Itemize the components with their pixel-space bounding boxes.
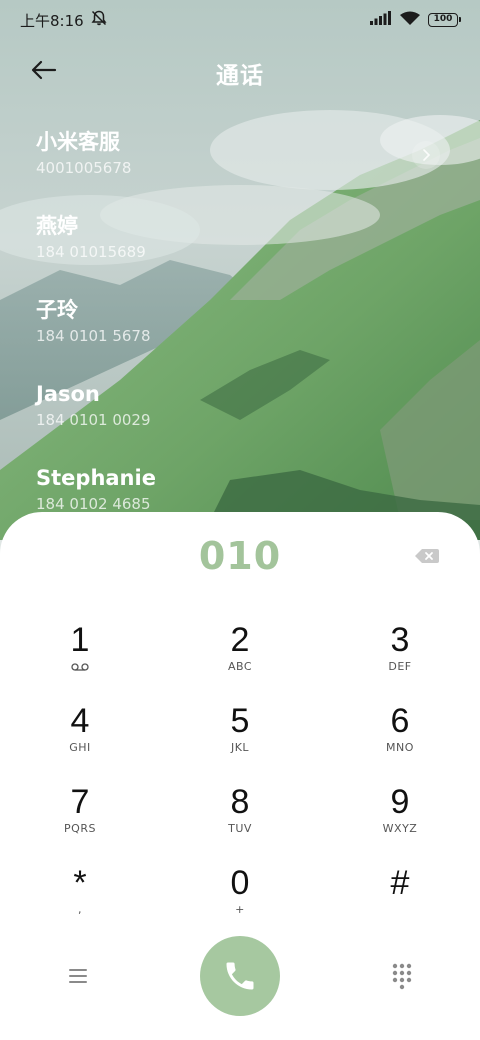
wifi-icon: [400, 11, 420, 30]
menu-icon: [69, 969, 87, 983]
contact-number: 184 01015689: [36, 243, 146, 261]
key-digit: 9: [390, 783, 410, 821]
key-2[interactable]: 2 ABC: [160, 620, 320, 701]
menu-button[interactable]: [66, 964, 90, 988]
key-digit: #: [390, 864, 410, 902]
key-7[interactable]: 7 PQRS: [0, 782, 160, 863]
key-letters: TUV: [228, 822, 252, 835]
header: 通话: [0, 48, 480, 92]
contact-item[interactable]: 小米客服 4001005678: [0, 126, 480, 210]
key-digit: 4: [70, 702, 90, 740]
contact-name: 燕婷: [36, 214, 78, 238]
backspace-icon: [415, 549, 439, 563]
chevron-right-icon[interactable]: [412, 141, 440, 169]
status-left: 上午8:16: [20, 9, 108, 31]
key-letters: WXYZ: [382, 822, 418, 835]
call-button[interactable]: [200, 936, 280, 1016]
key-0[interactable]: 0 +: [160, 863, 320, 944]
key-3[interactable]: 3 DEF: [320, 620, 480, 701]
notification-muted-icon: [90, 9, 108, 31]
key-digit: 1: [70, 621, 90, 659]
page-title: 通话: [216, 63, 264, 89]
key-letters: PQRS: [64, 822, 96, 835]
key-digit: 3: [390, 621, 410, 659]
key-digit: 0: [230, 864, 250, 902]
contact-name: Stephanie: [36, 466, 156, 490]
bottom-bar: [0, 934, 480, 1018]
key-letters: +: [235, 903, 245, 916]
contact-list: 小米客服 4001005678 燕婷 184 01015689 子玲 184 0…: [0, 126, 480, 546]
key-digit: 2: [230, 621, 250, 659]
key-letters: GHI: [69, 741, 91, 754]
backspace-button[interactable]: [414, 546, 440, 566]
key-digit: 5: [230, 702, 250, 740]
keypad: 1 2 ABC 3 DEF 4 GHI 5 JKL 6 MNO 7 PQRS 8…: [0, 620, 480, 944]
key-digit: 6: [390, 702, 410, 740]
contact-number: 184 0101 0029: [36, 411, 151, 429]
status-time: 上午8:16: [20, 11, 84, 30]
dialer-panel: 010 1 2 ABC 3 DEF 4 GHI 5 JKL 6 MNO 7 PQ…: [0, 512, 480, 1040]
key-9[interactable]: 9 WXYZ: [320, 782, 480, 863]
dial-input[interactable]: 010: [0, 534, 480, 578]
battery-icon: 100: [428, 13, 461, 27]
keypad-toggle-button[interactable]: [390, 962, 414, 990]
key-digit: *: [73, 864, 87, 902]
key-star[interactable]: * ,: [0, 863, 160, 944]
dialpad-icon: [392, 963, 412, 990]
key-4[interactable]: 4 GHI: [0, 701, 160, 782]
status-right: 100: [370, 11, 461, 30]
contact-number: 184 0101 5678: [36, 327, 151, 345]
key-6[interactable]: 6 MNO: [320, 701, 480, 782]
key-letters: DEF: [388, 660, 412, 673]
key-8[interactable]: 8 TUV: [160, 782, 320, 863]
key-letters: ,: [78, 903, 82, 916]
contact-name: 子玲: [36, 298, 78, 322]
key-letters: MNO: [386, 741, 414, 754]
contact-number: 184 0102 4685: [36, 495, 151, 513]
contact-name: Jason: [36, 382, 100, 406]
key-digit: 8: [230, 783, 250, 821]
key-hash[interactable]: #: [320, 863, 480, 944]
contact-item[interactable]: Jason 184 0101 0029: [0, 378, 480, 462]
key-digit: 7: [70, 783, 90, 821]
phone-icon: [226, 962, 254, 990]
signal-icon: [370, 11, 392, 29]
voicemail-icon: [71, 663, 89, 671]
key-5[interactable]: 5 JKL: [160, 701, 320, 782]
contact-item[interactable]: 燕婷 184 01015689: [0, 210, 480, 294]
key-letters: ABC: [227, 660, 253, 673]
status-bar: 上午8:16 100: [0, 0, 480, 40]
key-1[interactable]: 1: [0, 620, 160, 701]
contact-item[interactable]: 子玲 184 0101 5678: [0, 294, 480, 378]
key-letters: JKL: [230, 741, 250, 754]
